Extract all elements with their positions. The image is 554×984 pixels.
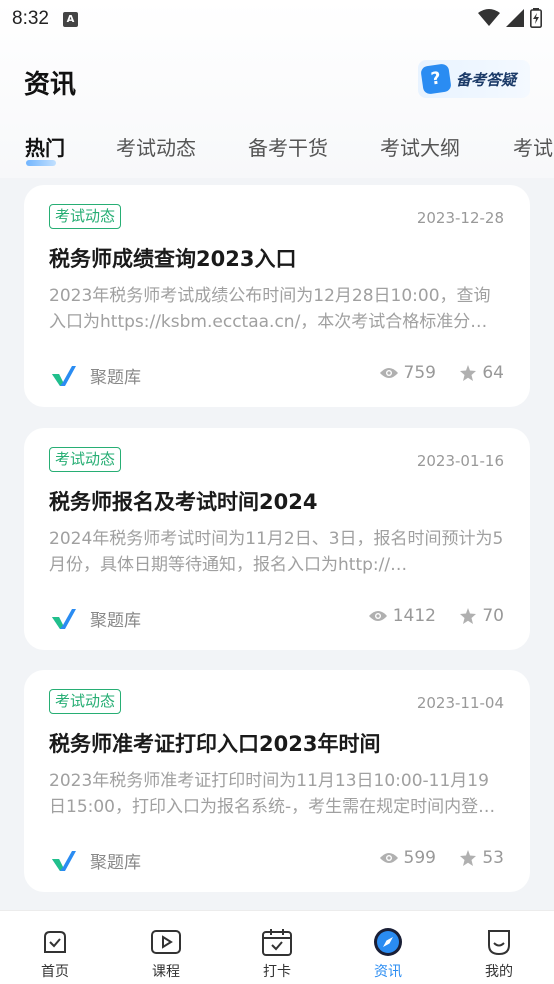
- nav-courses[interactable]: 课程: [111, 911, 221, 984]
- wifi-icon: [478, 9, 500, 26]
- category-badge: 考试动态: [49, 689, 122, 714]
- article-card[interactable]: 考试动态 2023-01-16 税务师报名及考试时间2024 2024年税务师考…: [24, 428, 530, 650]
- article-card[interactable]: 考试动态 2023-11-04 税务师准考证打印入口2023年时间 2023年税…: [24, 670, 530, 892]
- star-icon: [460, 365, 477, 381]
- nav-home[interactable]: 首页: [0, 911, 110, 984]
- eye-icon: [379, 853, 398, 863]
- star-count: 70: [460, 606, 504, 626]
- star-count-value: 70: [482, 606, 504, 626]
- article-title: 税务师准考证打印入口2023年时间: [49, 732, 381, 756]
- nav-label: 首页: [41, 964, 69, 980]
- article-title: 税务师成绩查询2023入口: [49, 247, 297, 271]
- battery-icon: [530, 8, 542, 28]
- star-count: 53: [460, 848, 504, 868]
- status-time: 8:32: [12, 8, 49, 29]
- article-date: 2023-11-04: [416, 694, 504, 712]
- article-date: 2023-12-28: [416, 209, 504, 227]
- article-date: 2023-01-16: [416, 452, 504, 470]
- article-summary: 2023年税务师准考证打印时间为11月13日10:00-11月19日15:00，…: [49, 771, 496, 817]
- nav-profile[interactable]: 我的: [444, 911, 554, 984]
- article-summary: 2024年税务师考试时间为11月2日、3日，报名时间预计为5月份，具体日期等待通…: [49, 529, 504, 575]
- category-tabs: 热门 考试动态 备考干货 考试大纲 考试: [0, 132, 554, 168]
- profile-icon: [484, 927, 514, 957]
- tab-hot[interactable]: 热门: [25, 132, 65, 161]
- view-count-value: 1412: [392, 606, 436, 626]
- header: 资讯 ? 备考答疑: [0, 56, 554, 106]
- star-icon: [460, 608, 477, 624]
- exam-qa-button[interactable]: ? 备考答疑: [418, 60, 530, 98]
- nav-label: 资讯: [374, 964, 402, 980]
- source-name: 聚题库: [90, 611, 141, 631]
- nav-label: 我的: [485, 964, 513, 980]
- article-source: 聚题库: [52, 848, 141, 873]
- view-count-value: 759: [403, 363, 436, 383]
- article-summary: 2023年税务师考试成绩公布时间为12月28日10:00，查询入口为https:…: [49, 286, 491, 332]
- play-icon: [151, 927, 181, 957]
- signal-icon: [506, 9, 524, 27]
- star-count-value: 53: [482, 848, 504, 868]
- tab-exam-news[interactable]: 考试动态: [116, 132, 196, 161]
- exam-qa-label: 备考答疑: [456, 70, 517, 89]
- star-count-value: 64: [482, 363, 504, 383]
- star-count: 64: [460, 363, 504, 383]
- tab-exam-more[interactable]: 考试: [513, 132, 553, 161]
- view-count-value: 599: [403, 848, 436, 868]
- category-badge: 考试动态: [49, 447, 122, 472]
- nav-label: 课程: [152, 964, 180, 980]
- compass-icon: [373, 927, 403, 957]
- tab-syllabus[interactable]: 考试大纲: [380, 132, 460, 161]
- article-source: 聚题库: [52, 363, 141, 388]
- page-title: 资讯: [24, 70, 77, 100]
- jutiku-logo-icon: [52, 850, 76, 871]
- view-count: 759: [379, 363, 436, 383]
- category-badge: 考试动态: [49, 204, 122, 229]
- eye-icon: [379, 368, 398, 378]
- star-icon: [460, 850, 477, 866]
- nav-label: 打卡: [263, 964, 291, 980]
- notification-icon: A: [62, 11, 78, 27]
- source-name: 聚题库: [90, 368, 141, 388]
- jutiku-logo-icon: [52, 608, 76, 629]
- home-icon: [40, 927, 70, 957]
- article-title: 税务师报名及考试时间2024: [49, 490, 318, 514]
- source-name: 聚题库: [90, 853, 141, 873]
- eye-icon: [368, 611, 387, 621]
- view-count: 599: [379, 848, 436, 868]
- nav-checkin[interactable]: 打卡: [222, 911, 332, 984]
- status-indicators: [478, 8, 542, 28]
- bottom-nav: 首页 课程 打卡 资讯 我的: [0, 910, 554, 984]
- calendar-check-icon: [262, 927, 292, 957]
- question-bubble-icon: ?: [420, 63, 452, 95]
- article-card[interactable]: 考试动态 2023-12-28 税务师成绩查询2023入口 2023年税务师考试…: [24, 185, 530, 407]
- jutiku-logo-icon: [52, 365, 76, 386]
- tab-prep-tips[interactable]: 备考干货: [248, 132, 328, 161]
- view-count: 1412: [368, 606, 436, 626]
- nav-news[interactable]: 资讯: [333, 911, 443, 984]
- status-bar: 8:32 A: [0, 0, 554, 38]
- article-source: 聚题库: [52, 606, 141, 631]
